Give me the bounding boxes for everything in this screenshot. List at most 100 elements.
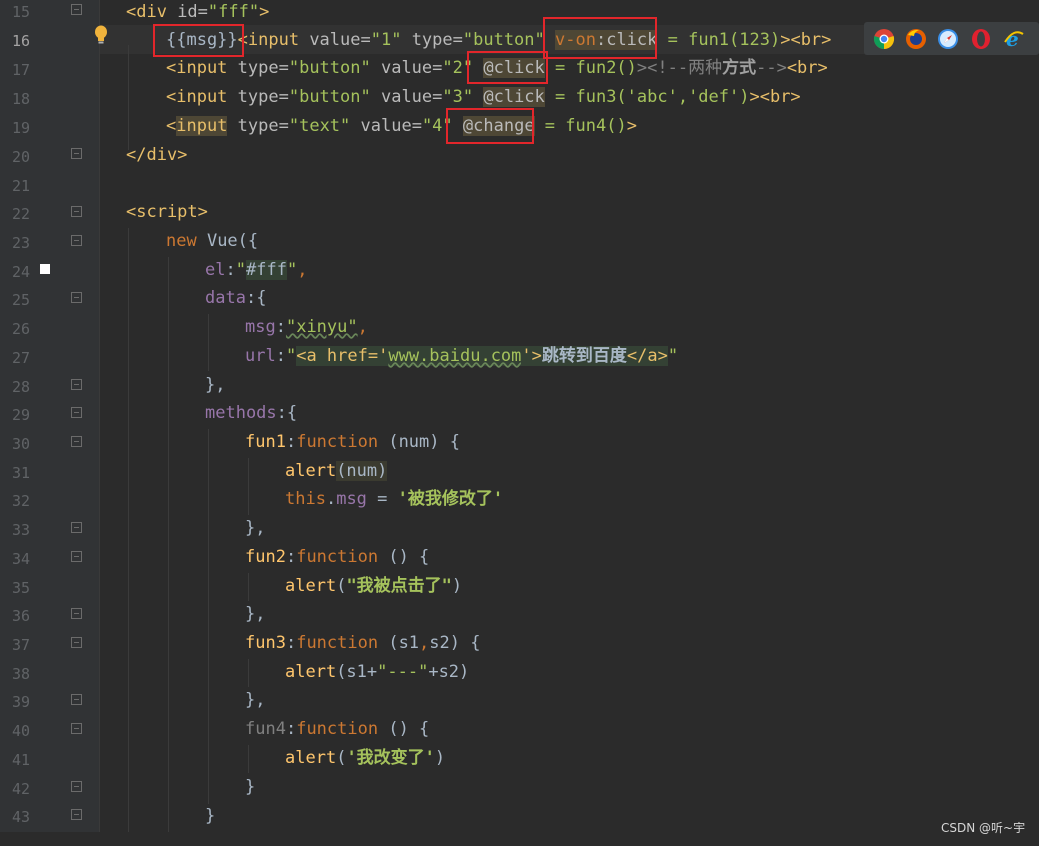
code-token: }, [205, 375, 226, 395]
code-token: > [259, 2, 270, 22]
code-token: 两种 [688, 58, 723, 78]
line-number: 18 [11, 90, 30, 108]
fold-open-icon[interactable] [71, 637, 82, 648]
code-token: . [325, 489, 337, 509]
code-line-29: methods:{ [205, 399, 297, 428]
annotation-box-click [467, 51, 548, 84]
indent-guide [208, 314, 209, 371]
fold-close-icon[interactable] [71, 522, 82, 533]
fold-open-icon[interactable] [71, 292, 82, 303]
line-number: 39 [11, 693, 30, 711]
code-token: fun3 [245, 633, 286, 653]
code-token: (num) [336, 461, 388, 481]
code-token: msg [336, 489, 367, 509]
fold-close-icon[interactable] [71, 809, 82, 820]
code-token: < [166, 116, 177, 136]
code-token: ( [336, 576, 347, 596]
code-token: fun2 [245, 547, 286, 567]
code-line-42: } [245, 773, 255, 802]
code-token: "text" [288, 116, 351, 136]
lightbulb-icon[interactable] [93, 25, 109, 50]
fold-close-icon[interactable] [71, 379, 82, 390]
bottom-strip [0, 832, 1039, 846]
code-token: :{ [245, 288, 267, 308]
code-token: this [285, 489, 326, 509]
code-token: type= [227, 87, 289, 107]
code-token: alert [285, 662, 337, 682]
code-token: " [286, 260, 298, 280]
opera-icon[interactable] [970, 28, 992, 50]
code-line-32: this.msg = '被我修改了' [285, 485, 503, 514]
code-line-37: fun3:function (s1,s2) { [245, 629, 480, 658]
code-token: +s2) [428, 662, 470, 682]
code-token: '被我修改了' [397, 489, 504, 509]
code-token: <input [166, 87, 228, 107]
code-token: --> [756, 58, 787, 78]
fold-open-icon[interactable] [71, 723, 82, 734]
fold-open-icon[interactable] [71, 206, 82, 217]
fold-close-icon[interactable] [71, 781, 82, 792]
indent-guide [248, 458, 249, 515]
code-token: : [285, 547, 297, 567]
code-token: "我被点击了" [346, 576, 452, 596]
line-number: 20 [11, 148, 30, 166]
code-line-20: </div> [126, 141, 187, 170]
code-token: : [285, 432, 297, 452]
line-number: 31 [11, 464, 30, 482]
firefox-icon[interactable] [905, 28, 927, 50]
code-token: }, [245, 604, 266, 624]
code-token: } [205, 806, 216, 826]
line-number: 16 [11, 32, 30, 50]
code-token: type= [227, 116, 289, 136]
code-line-28: }, [205, 371, 225, 400]
safari-icon[interactable] [937, 28, 959, 50]
code-token: alert [285, 748, 337, 768]
code-token: = fun4() [534, 116, 627, 136]
code-line-15: <div id="fff"> [126, 0, 269, 27]
line-number: 24 [11, 263, 30, 281]
code-token: function [296, 633, 379, 653]
fold-open-icon[interactable] [71, 551, 82, 562]
fold-open-icon[interactable] [71, 4, 82, 15]
code-token: <script> [126, 202, 208, 222]
bookmark-marker[interactable] [40, 264, 50, 274]
line-number: 26 [11, 320, 30, 338]
code-line-33: }, [245, 514, 265, 543]
indent-guide [248, 659, 249, 687]
chrome-icon[interactable] [873, 28, 895, 50]
code-token: '> [521, 346, 542, 366]
code-line-43: } [205, 802, 215, 831]
code-token: value= [370, 58, 443, 78]
line-number: 38 [11, 665, 30, 683]
code-token: value= [350, 116, 422, 136]
indent-guide [168, 257, 169, 833]
code-token: " [235, 260, 246, 280]
fold-close-icon[interactable] [71, 694, 82, 705]
fold-close-icon[interactable] [71, 608, 82, 619]
code-line-40: fun4:function () { [245, 715, 429, 744]
indent-guide [128, 228, 129, 833]
line-number: 29 [11, 406, 30, 424]
line-number: 17 [11, 61, 30, 79]
code-token: (s1 [378, 633, 420, 653]
code-token: "---" [377, 662, 429, 682]
code-token: ( [336, 748, 347, 768]
fold-open-icon[interactable] [71, 235, 82, 246]
line-number: 22 [11, 205, 30, 223]
code-token: url [245, 346, 276, 366]
gutter-divider [99, 0, 100, 846]
code-token: function [296, 432, 379, 452]
line-number: 23 [11, 234, 30, 252]
line-number: 15 [11, 3, 30, 21]
fold-open-icon[interactable] [71, 436, 82, 447]
fold-close-icon[interactable] [71, 148, 82, 159]
fold-open-icon[interactable] [71, 407, 82, 418]
code-token: : [225, 260, 236, 280]
line-number: 41 [11, 751, 30, 769]
code-token: <input [166, 58, 228, 78]
ie-icon[interactable]: e [1003, 27, 1025, 51]
line-number: 33 [11, 521, 30, 539]
code-token: (s1+ [336, 662, 378, 682]
code-token: = [366, 489, 398, 509]
